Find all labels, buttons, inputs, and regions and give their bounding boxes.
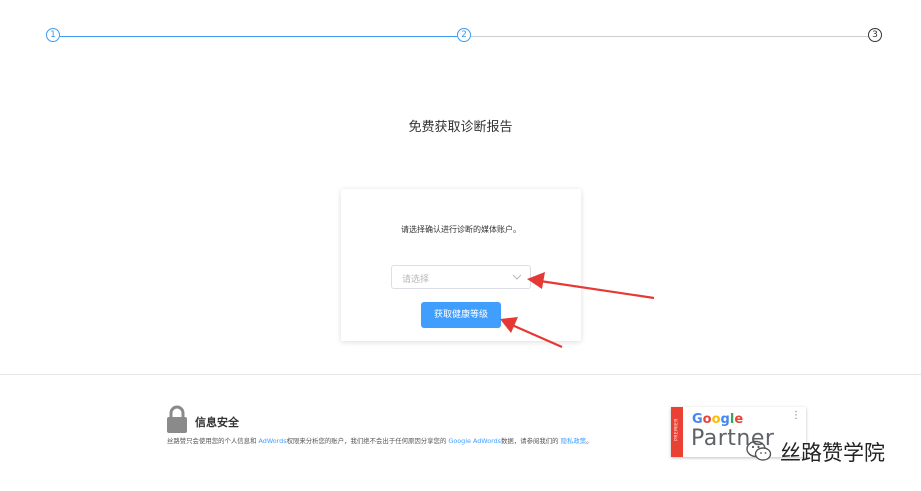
page-title: 免费获取诊断报告	[408, 120, 513, 135]
security-description: 丝路赞只会使用您的个人信息和 AdWords权限来分析您的账户，我们绝不会出于任…	[167, 437, 667, 446]
security-title: 信息安全	[195, 416, 239, 429]
progress-stepper: 1 2 3	[0, 0, 921, 70]
google-adwords-link[interactable]: Google AdWords	[448, 437, 501, 445]
security-text-part: 。	[586, 437, 593, 445]
adwords-link[interactable]: AdWords	[259, 437, 287, 445]
step-1-indicator: 1	[46, 28, 60, 42]
more-options-icon: ⋮	[791, 410, 801, 421]
wechat-watermark: 丝路赞学院	[746, 434, 916, 470]
step-connector-pending	[471, 36, 868, 37]
security-text-part: 权限来分析您的账户，我们绝不会出于任何原因分享您的	[286, 437, 449, 445]
security-text-part: 丝路赞只会使用您的个人信息和	[167, 437, 259, 445]
get-health-level-button[interactable]: 获取健康等级	[421, 302, 501, 328]
wechat-icon	[746, 440, 772, 461]
premier-label: PREMIER	[674, 418, 680, 441]
card-prompt: 请选择确认进行诊断的媒体账户。	[401, 225, 521, 234]
step-2-indicator: 2	[457, 28, 471, 42]
section-divider	[0, 374, 921, 375]
security-text-part: 数据，请参阅我们的	[501, 437, 561, 445]
step-connector-done	[60, 36, 457, 37]
google-logo-text: Google	[692, 412, 744, 427]
account-select-card: 请选择确认进行诊断的媒体账户。 请选择 获取健康等级	[341, 189, 581, 341]
lock-icon	[167, 405, 187, 433]
privacy-policy-link[interactable]: 隐私政策	[561, 437, 587, 445]
select-placeholder: 请选择	[402, 275, 430, 285]
watermark-text: 丝路赞学院	[780, 441, 885, 465]
step-3-indicator: 3	[868, 28, 882, 42]
chevron-down-icon	[512, 274, 522, 280]
premier-strip: PREMIER	[671, 407, 683, 457]
account-select[interactable]: 请选择	[391, 265, 531, 289]
